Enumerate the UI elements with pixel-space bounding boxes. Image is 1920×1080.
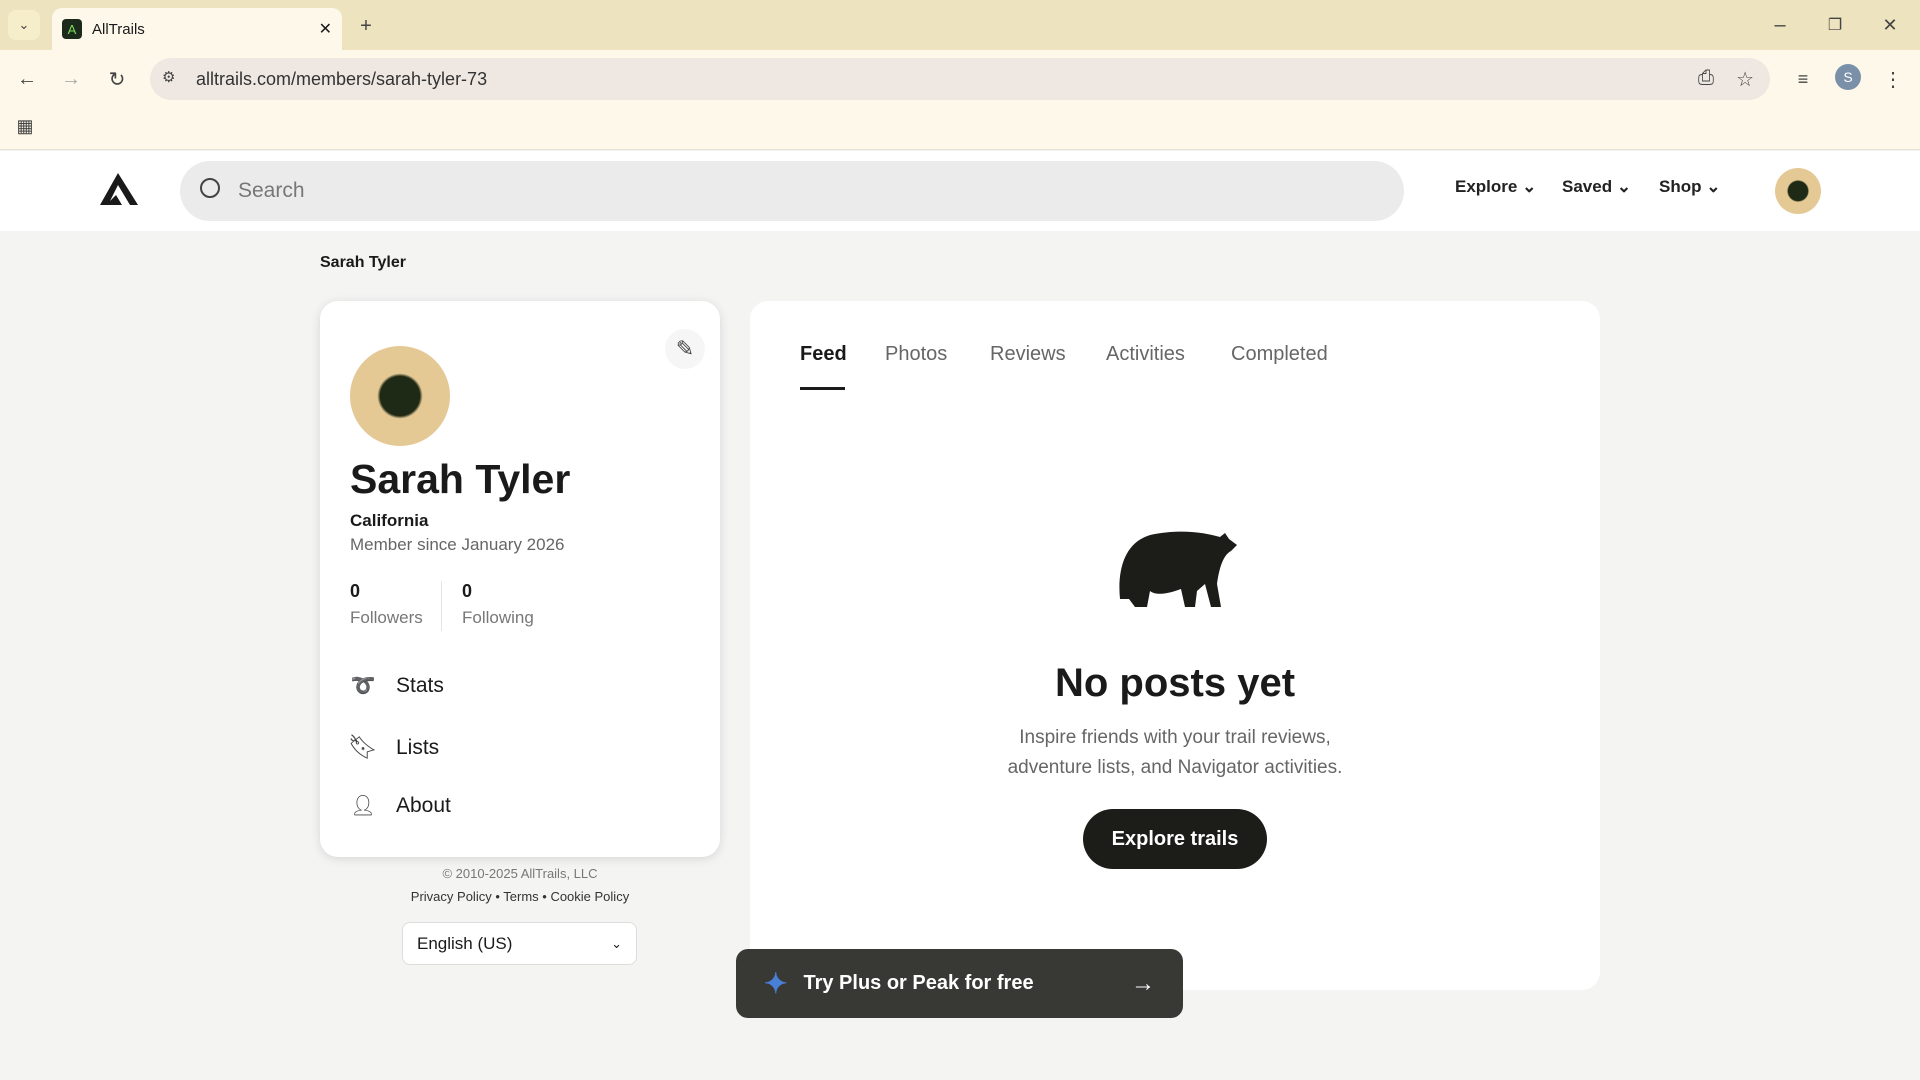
followers-label: Followers [350,608,423,627]
person-icon: 👤︎ [350,795,376,817]
stat-divider [441,581,442,631]
followers-count: 0 [350,581,361,601]
cookie-policy-link[interactable]: Cookie Policy [550,889,629,904]
sparkle-icon: ✦ [764,968,788,999]
tab-photos[interactable]: Photos [885,343,947,366]
nav-shop[interactable]: Shop ⌄ [1659,177,1720,197]
bookmark-icon: 🔖︎ [347,734,379,761]
breadcrumb[interactable]: Sarah Tyler [320,254,406,272]
menu-about[interactable]: 👤︎ About [350,793,451,818]
reload-icon[interactable]: ↻ [102,64,132,94]
bear-icon [1119,531,1237,607]
following-stat[interactable]: 0 Following [462,581,534,628]
alltrails-favicon-icon: A [62,19,82,39]
privacy-policy-link[interactable]: Privacy Policy [411,889,492,904]
profile-location: California [350,511,429,530]
tab-completed[interactable]: Completed [1231,343,1328,366]
active-tab-indicator [800,387,845,390]
address-bar[interactable]: ⚙ alltrails.com/members/sarah-tyler-73 ⎙… [150,58,1770,100]
terms-link[interactable]: Terms [503,889,538,904]
minimize-icon[interactable]: – [1765,10,1795,40]
promo-label: Try Plus or Peak for free [803,972,1034,994]
profile-avatar-image [350,346,450,446]
tab-search-chevron-icon[interactable]: ⌄ [8,10,40,40]
tab-activities[interactable]: Activities [1106,343,1185,366]
browser-tab[interactable]: A AllTrails ✕ [52,8,342,50]
bookmark-star-icon[interactable]: ☆ [1736,67,1754,92]
tab-title: AllTrails [92,20,145,38]
install-app-icon[interactable]: ⎙ [1698,67,1714,90]
search-input[interactable]: Search [180,161,1404,221]
empty-state-title: No posts yet [1054,661,1296,705]
route-icon: ➰ [350,675,376,697]
following-label: Following [462,608,534,627]
site-settings-icon[interactable]: ⚙ [162,68,175,86]
profile-name: Sarah Tyler [350,456,571,502]
menu-stats[interactable]: ➰ Stats [350,673,444,698]
menu-lists[interactable]: 🔖︎ Lists [347,733,439,762]
search-icon [200,178,220,198]
tab-feed[interactable]: Feed [800,343,847,366]
tab-reviews[interactable]: Reviews [990,343,1066,366]
browser-tab-bar: ⌄ A AllTrails ✕ + – ❐ ✕ [0,0,1920,50]
forward-icon[interactable]: → [56,64,86,94]
explore-trails-button[interactable]: Explore trails [1083,809,1267,869]
followers-stat[interactable]: 0 Followers [350,581,423,628]
following-count: 0 [462,581,473,601]
nav-saved[interactable]: Saved ⌄ [1562,177,1631,197]
apps-grid-icon[interactable]: ▦ [12,113,38,139]
media-control-icon[interactable]: ≡ [1788,64,1818,94]
nav-explore[interactable]: Explore ⌄ [1455,177,1536,197]
restore-icon[interactable]: ❐ [1820,10,1850,40]
language-select[interactable]: English (US) ⌄ [402,922,637,965]
browser-toolbar: ← → ↻ ⚙ alltrails.com/members/sarah-tyle… [0,50,1920,150]
close-tab-icon[interactable]: ✕ [319,19,332,39]
edit-profile-pencil-icon[interactable]: ✎ [665,329,705,369]
user-avatar[interactable] [1775,168,1821,214]
url-text: alltrails.com/members/sarah-tyler-73 [196,68,488,89]
site-header: Search Explore ⌄ Saved ⌄ Shop ⌄ [0,151,1920,231]
browser-menu-icon[interactable]: ⋮ [1880,64,1906,94]
back-icon[interactable]: ← [12,64,42,94]
alltrails-logo-icon[interactable] [98,171,140,207]
close-window-icon[interactable]: ✕ [1875,10,1905,40]
empty-state-description: Inspire friends with your trail reviews,… [1007,727,1343,778]
chevron-down-icon: ⌄ [611,935,622,951]
member-since: Member since January 2026 [350,535,565,554]
search-placeholder: Search [238,179,305,202]
profile-card: ✎ Sarah Tyler California Member since Ja… [320,301,720,857]
try-plus-banner[interactable]: ✦ Try Plus or Peak for free → [736,949,1183,1018]
profile-avatar[interactable]: S [1835,64,1861,90]
feed-panel: Feed Photos Reviews Activities Completed… [750,301,1600,990]
new-tab-icon[interactable]: + [352,12,380,40]
copyright: © 2010-2025 AllTrails, LLC [442,866,598,881]
arrow-right-icon: → [1131,969,1155,997]
